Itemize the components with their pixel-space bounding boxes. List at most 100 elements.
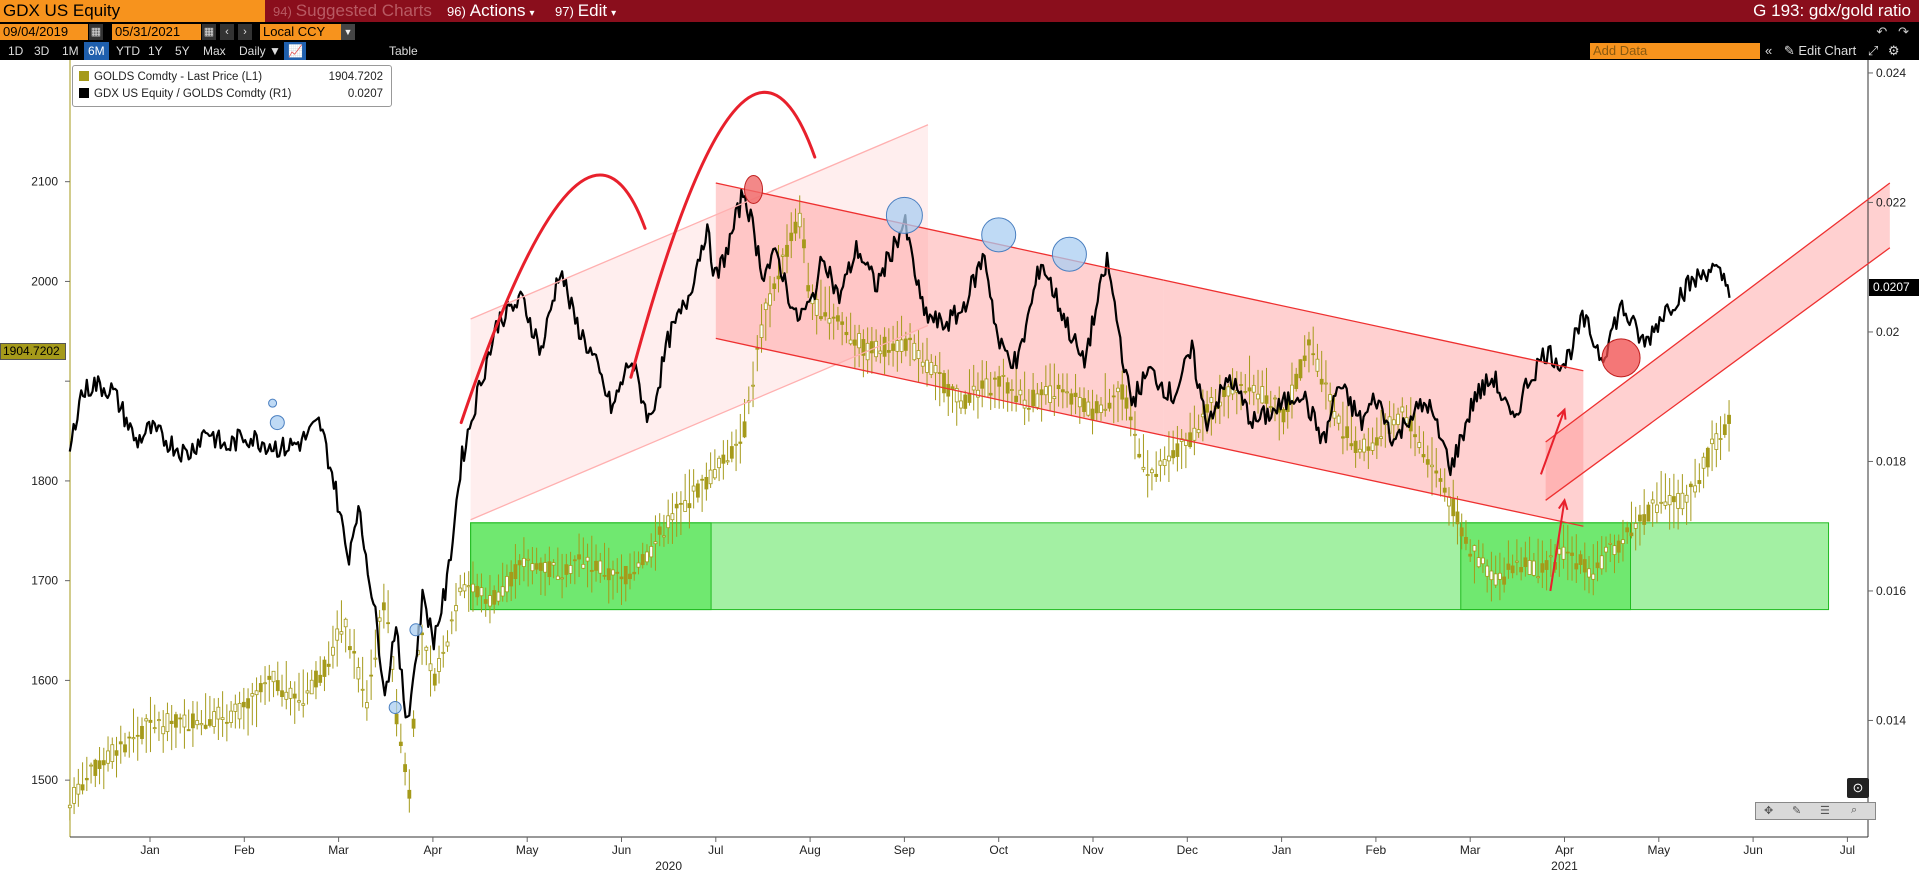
table-button[interactable]: Table (385, 42, 422, 60)
gold-candle (1565, 551, 1570, 554)
gold-candle (93, 759, 98, 776)
gold-candle (869, 341, 874, 354)
red-circle-marker (744, 175, 764, 204)
gold-candle (1171, 450, 1176, 459)
add-data-input[interactable]: Add Data (1590, 43, 1760, 59)
blue-circle-marker (885, 196, 923, 234)
chart-settings-icon[interactable]: ⊙ (1847, 778, 1869, 798)
list-icon[interactable]: ☰ (1820, 804, 1830, 817)
last-price-tag-left: 1904.7202 (0, 343, 66, 360)
gold-candle (1514, 560, 1519, 563)
channel-lower-line (1545, 247, 1891, 501)
ticker-input[interactable]: GDX US Equity (0, 0, 265, 22)
range-button-ytd[interactable]: YTD (112, 42, 144, 60)
zoom-icon[interactable]: ⌕ (1851, 804, 1857, 817)
suggested-charts-menu[interactable]: 94) Suggested Charts (273, 0, 432, 22)
chart-area[interactable]: 1500 1600 1700 1800 2000 2100 0.014 0.016 0.018 0… (0, 60, 1919, 873)
gold-candle (1298, 359, 1303, 379)
gold-candle (292, 693, 297, 699)
edit-chart-button[interactable]: Edit Chart (1798, 43, 1856, 58)
gold-candle (284, 691, 289, 700)
x-tick-label: Jun (1743, 843, 1762, 857)
pencil-icon[interactable]: ✎ (1784, 43, 1795, 58)
draw-icon[interactable]: ✎ (1792, 804, 1801, 817)
x-tick-label: Feb (1366, 843, 1387, 857)
gold-candle (1671, 496, 1676, 503)
actions-menu[interactable]: 96) Actions ▾ (447, 0, 535, 22)
gold-candle (80, 784, 85, 791)
gold-candle (899, 339, 904, 352)
gold-candle (611, 569, 615, 576)
gold-candle (1145, 474, 1150, 477)
gold-candle (1485, 565, 1490, 577)
gold-candle (594, 560, 598, 571)
prev-arrow-icon[interactable]: ‹ (220, 24, 234, 40)
gold-candle (1137, 453, 1142, 458)
left-tick-label: 1800 (31, 474, 58, 488)
x-tick-label: Apr (1555, 843, 1574, 857)
edit-menu[interactable]: 97) Edit ▾ (555, 0, 616, 22)
gold-candle (1587, 568, 1591, 578)
gold-candle (1192, 427, 1197, 441)
last-price-tag-right: 0.0207 (1869, 279, 1919, 296)
gold-candle (1447, 496, 1451, 507)
gold-candle (449, 619, 454, 622)
right-tick-label: 0.014 (1876, 713, 1906, 727)
gold-candle (364, 702, 369, 709)
range-button-3d[interactable]: 3D (30, 42, 53, 60)
gold-candle (802, 239, 806, 249)
end-calendar-icon[interactable]: ▦ (202, 24, 216, 40)
range-button-1y[interactable]: 1Y (144, 42, 167, 60)
gold-candle (920, 361, 925, 367)
gold-candle (1336, 415, 1341, 424)
gold-candle (683, 500, 688, 512)
gold-candle (895, 340, 900, 352)
start-date-input[interactable]: 09/04/2019 (0, 24, 88, 40)
range-button-1d[interactable]: 1D (4, 42, 27, 60)
currency-dropdown-icon[interactable]: ▼ (341, 24, 355, 40)
gold-candle (131, 737, 136, 740)
gold-candle (980, 380, 985, 389)
gold-candle (348, 646, 352, 651)
gold-candle (1650, 499, 1655, 504)
legend-swatch-ratio (79, 88, 89, 98)
chart-bottom-toolbar[interactable]: ✥ ✎ ☰ ⌕ (1755, 802, 1876, 820)
legend-label-gold: GOLDS Comdty - Last Price (L1) (94, 71, 263, 83)
gold-candle (343, 618, 348, 628)
chart-legend[interactable]: GOLDS Comdty - Last Price (L1) 1904.7202… (72, 65, 392, 107)
gold-candle (407, 789, 412, 799)
gold-candle (988, 392, 993, 396)
range-button-6m[interactable]: 6M (84, 42, 109, 60)
start-calendar-icon[interactable]: ▦ (89, 24, 103, 40)
gold-candle (1077, 397, 1082, 408)
gold-candle (403, 764, 407, 773)
end-date-input[interactable]: 05/31/2021 (112, 24, 201, 40)
expand-icon[interactable]: ⤢ (1868, 43, 1878, 58)
gold-candle (852, 339, 857, 346)
gold-candle (250, 693, 255, 697)
gold-candle (207, 719, 212, 726)
gold-candle (216, 706, 221, 720)
gold-candle (89, 764, 93, 767)
x-tick-label: Mar (328, 843, 349, 857)
gold-candle (534, 563, 539, 570)
gold-candle (445, 641, 450, 647)
next-arrow-icon[interactable]: › (238, 24, 252, 40)
gold-candle (1659, 501, 1664, 504)
range-button-1m[interactable]: 1M (58, 42, 83, 60)
gold-candle (288, 687, 293, 699)
chart-type-icon[interactable]: 📈 (284, 42, 306, 60)
range-button-5y[interactable]: 5Y (171, 42, 194, 60)
gold-candle (424, 646, 429, 651)
frequency-select[interactable]: Daily ▼ (235, 42, 285, 60)
range-button-max[interactable]: Max (199, 42, 230, 60)
chart-tools: « ✎ Edit Chart ⤢ ⚙ (1765, 42, 1900, 60)
gold-candle (1099, 404, 1103, 413)
undo-redo-icons[interactable]: ↶ ↷ (1876, 24, 1909, 40)
gear-icon[interactable]: ⚙ (1888, 43, 1900, 58)
gold-candle (97, 760, 102, 769)
suggested-charts-label: Suggested Charts (295, 1, 432, 20)
collapse-icon[interactable]: « (1765, 43, 1772, 58)
crosshair-icon[interactable]: ✥ (1764, 804, 1773, 817)
gold-candle (241, 701, 246, 708)
